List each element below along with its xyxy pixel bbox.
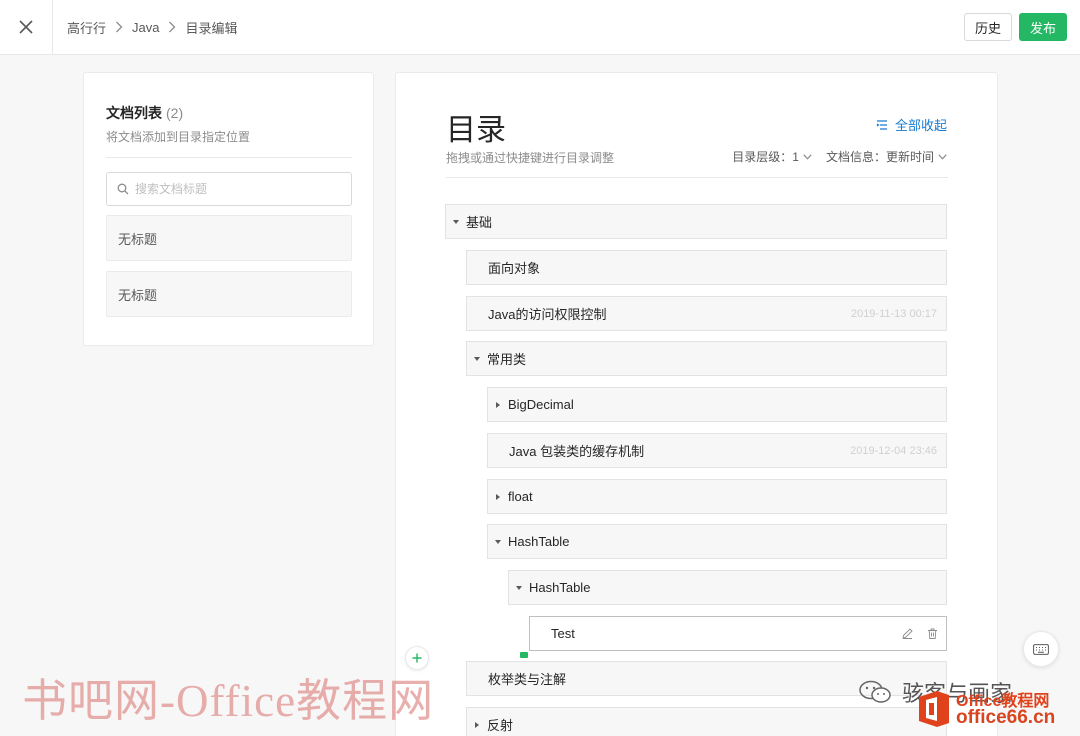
toc-item-label: Java 包装类的缓存机制 <box>509 444 645 459</box>
level-dropdown[interactable]: 1 <box>792 150 812 164</box>
toc-subtitle: 拖拽或通过快捷键进行目录调整 <box>446 151 615 165</box>
divider <box>446 177 948 178</box>
toc-item-access-control[interactable]: Java的访问权限控制 2019-11-13 00:17 <box>466 296 947 331</box>
toc-item-test[interactable]: Test <box>529 616 947 651</box>
document-list-title-text: 文档列表 <box>106 105 162 121</box>
close-icon <box>19 20 33 34</box>
chevron-right-icon <box>168 21 176 33</box>
doc-info-dropdown[interactable]: 更新时间 <box>886 148 947 165</box>
toc-item-hashtable[interactable]: HashTable <box>487 524 947 559</box>
toc-item-label: 面向对象 <box>488 261 541 276</box>
caret-right-icon[interactable] <box>488 493 508 500</box>
chevron-down-icon <box>803 153 812 160</box>
office-watermark: Office教程网 office66.cn <box>914 683 1080 736</box>
search-icon <box>117 183 129 195</box>
wechat-icon <box>859 680 891 703</box>
office-logo-icon <box>919 691 949 727</box>
plus-icon <box>412 653 422 663</box>
toc-item-reflection[interactable]: 反射 <box>466 707 947 736</box>
caret-right-icon[interactable] <box>467 721 487 728</box>
close-button[interactable] <box>0 0 53 54</box>
doc-info-value: 更新时间 <box>885 150 934 164</box>
toc-item-label: 常用类 <box>487 352 527 367</box>
toc-item-jichu[interactable]: 基础 <box>445 204 947 239</box>
document-list-panel: 文档列表(2) 将文档添加到目录指定位置 无标题 无标题 <box>83 72 374 346</box>
search-input[interactable] <box>135 182 335 196</box>
document-list-title: 文档列表 (2) <box>106 103 183 123</box>
toc-item-label: Test <box>551 626 575 641</box>
toc-item-date: 2019-11-13 00:17 <box>850 307 937 320</box>
document-list-subtitle: 将文档添加到目录指定位置 <box>106 130 251 144</box>
caret-down-icon[interactable] <box>467 356 487 362</box>
collapse-list-icon <box>876 119 887 130</box>
level-value: 1 <box>792 149 799 164</box>
page-title: 目录 <box>446 114 506 147</box>
divider <box>106 157 352 158</box>
document-item[interactable]: 无标题 <box>106 271 352 317</box>
top-bar: 高行行 Java 目录编辑 历史 发布 <box>0 0 1080 55</box>
toc-item-label: Java的访问权限控制 <box>488 307 607 322</box>
document-count: (2) <box>166 105 184 121</box>
toc-item-oop[interactable]: 面向对象 <box>466 250 947 285</box>
toc-item-label: 基础 <box>466 215 493 230</box>
breadcrumb-item-current: 目录编辑 <box>185 20 238 36</box>
toc-item-actions <box>888 628 938 639</box>
breadcrumb-item-book[interactable]: Java <box>132 20 159 35</box>
toc-item-label: 枚举类与注解 <box>488 672 567 687</box>
site-watermark: 书吧网-Office教程网 <box>22 676 435 726</box>
toc-item-label: BigDecimal <box>508 397 574 412</box>
keyboard-icon <box>1033 643 1049 655</box>
office-watermark-url: office66.cn <box>956 707 1056 728</box>
caret-right-icon[interactable] <box>488 401 508 408</box>
chevron-right-icon <box>115 21 123 33</box>
level-label: 目录层级： <box>732 150 793 164</box>
caret-down-icon[interactable] <box>509 585 529 591</box>
toc-item-bigdecimal[interactable]: BigDecimal <box>487 387 947 422</box>
collapse-all-label: 全部收起 <box>894 118 947 133</box>
caret-down-icon[interactable] <box>446 219 466 225</box>
chevron-down-icon <box>938 153 947 160</box>
toc-item-label: float <box>508 489 533 504</box>
search-box[interactable] <box>106 172 352 206</box>
toc-controls: 目录层级： 1 文档信息： 更新时间 <box>732 148 947 165</box>
toc-item-label: 反射 <box>487 718 514 733</box>
history-button[interactable]: 历史 <box>964 13 1012 41</box>
toc-item-wrapper-cache[interactable]: Java 包装类的缓存机制 2019-12-04 23:46 <box>487 433 947 468</box>
toc-item-float[interactable]: float <box>487 479 947 514</box>
toc-item-label: HashTable <box>529 580 591 595</box>
trash-icon[interactable] <box>927 628 938 639</box>
document-item[interactable]: 无标题 <box>106 215 352 261</box>
doc-info-label: 文档信息： <box>825 150 886 164</box>
toc-item-date: 2019-12-04 23:46 <box>850 444 937 457</box>
drop-indicator <box>520 652 528 658</box>
toc-item-common-classes[interactable]: 常用类 <box>466 341 947 376</box>
keyboard-shortcuts-button[interactable] <box>1023 631 1059 667</box>
breadcrumb: 高行行 Java 目录编辑 <box>67 0 238 54</box>
toc-item-label: HashTable <box>508 534 570 549</box>
publish-button[interactable]: 发布 <box>1019 13 1067 41</box>
collapse-all-button[interactable]: 全部收起 <box>876 115 947 134</box>
edit-icon[interactable] <box>902 628 913 639</box>
toc-item-hashtable-child[interactable]: HashTable <box>508 570 947 605</box>
breadcrumb-item-workspace[interactable]: 高行行 <box>67 18 106 37</box>
caret-down-icon[interactable] <box>488 539 508 545</box>
